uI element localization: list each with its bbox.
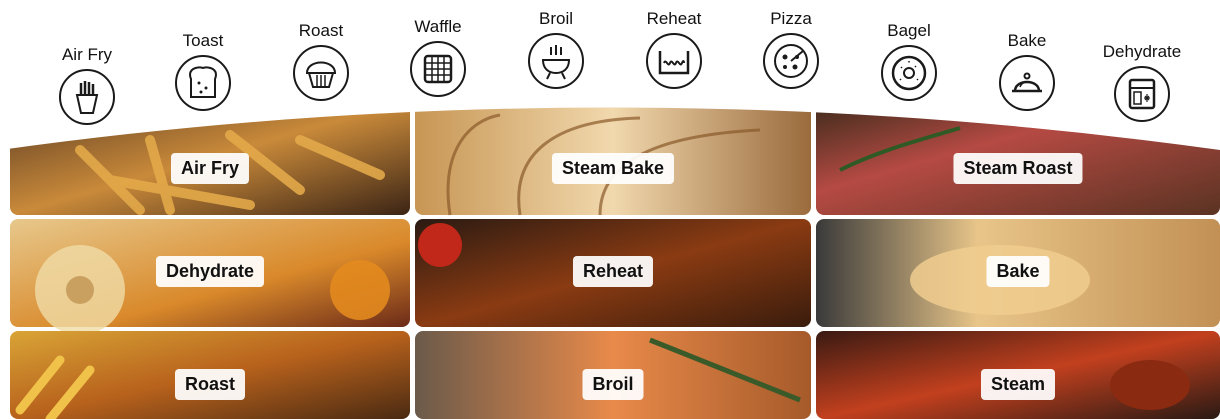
tile-broil[interactable]: Broil	[415, 331, 811, 419]
tile-caption: Bake	[986, 256, 1050, 287]
tile-caption: Reheat	[572, 256, 654, 287]
tile-caption: Broil	[582, 369, 644, 400]
tile-caption: Steam Roast	[953, 153, 1083, 184]
tile-caption: Steam Bake	[551, 153, 675, 184]
tile-air-fry[interactable]: Air Fry	[10, 100, 410, 215]
tile-steam[interactable]: Steam	[816, 331, 1220, 419]
tile-caption: Dehydrate	[155, 256, 265, 287]
tile-steam-roast[interactable]: Steam Roast	[816, 100, 1220, 215]
tile-reheat[interactable]: Reheat	[415, 219, 811, 327]
tile-caption: Steam	[980, 369, 1056, 400]
tile-caption: Roast	[174, 369, 246, 400]
tile-roast[interactable]: Roast	[10, 331, 410, 419]
tile-caption: Air Fry	[170, 153, 250, 184]
tile-dehydrate[interactable]: Dehydrate	[10, 219, 410, 327]
tile-bake[interactable]: Bake	[816, 219, 1220, 327]
tile-steam-bake[interactable]: Steam Bake	[415, 100, 811, 215]
